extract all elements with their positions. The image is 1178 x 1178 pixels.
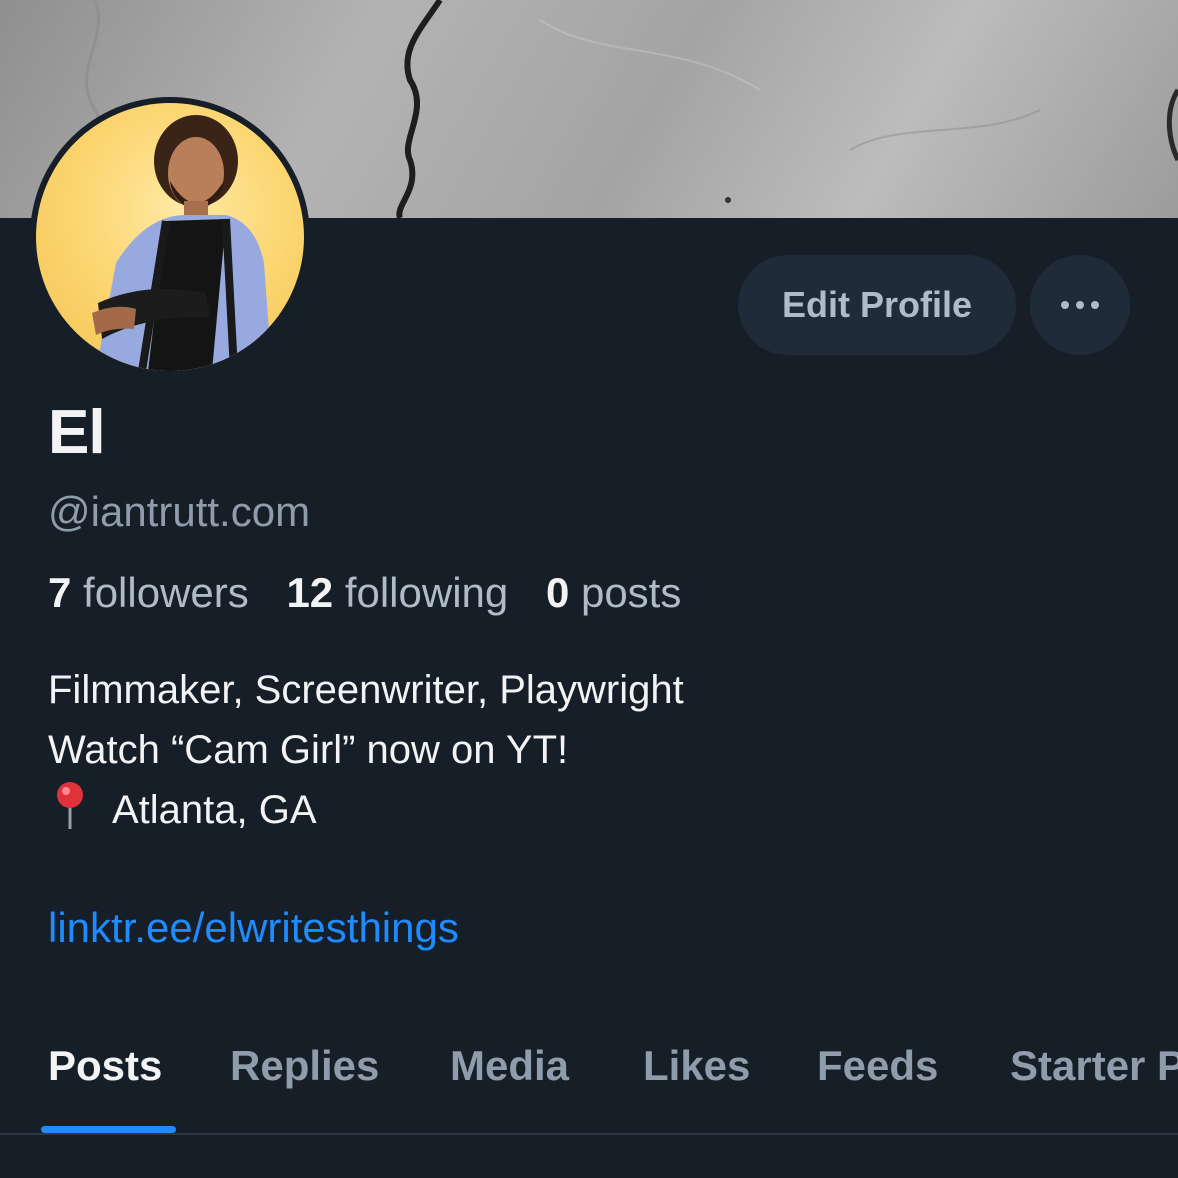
tab-likes[interactable]: Likes bbox=[643, 1030, 750, 1134]
posts-count: 0 posts bbox=[545, 569, 682, 616]
more-options-button[interactable] bbox=[1030, 255, 1130, 355]
more-horizontal-icon bbox=[1061, 301, 1099, 309]
tabs-divider bbox=[0, 1133, 1178, 1135]
profile-page: Edit Profile El @iantrutt.com 7 follower… bbox=[0, 0, 1178, 1178]
profile-website-link[interactable]: linktr.ee/elwritesthings bbox=[48, 900, 459, 956]
profile-tabs: Posts Replies Media Likes Feeds Starter … bbox=[0, 1030, 1178, 1134]
edit-profile-button[interactable]: Edit Profile bbox=[738, 255, 1016, 355]
profile-stats: 7 followers 12 following 0 posts bbox=[48, 567, 707, 619]
round-pushpin-icon bbox=[57, 782, 83, 829]
bio-line: Watch “Cam Girl” now on YT! bbox=[48, 728, 569, 772]
tab-feeds[interactable]: Feeds bbox=[817, 1030, 938, 1134]
tab-replies[interactable]: Replies bbox=[230, 1030, 379, 1134]
active-tab-indicator bbox=[41, 1126, 176, 1133]
tab-starter-packs[interactable]: Starter Packs bbox=[1010, 1030, 1178, 1134]
tab-posts[interactable]: Posts bbox=[48, 1030, 162, 1134]
bio-line: Filmmaker, Screenwriter, Playwright bbox=[48, 668, 684, 712]
tab-media[interactable]: Media bbox=[450, 1030, 569, 1134]
bio-location-line: Atlanta, GA bbox=[48, 780, 684, 840]
profile-bio: Filmmaker, Screenwriter, Playwright Watc… bbox=[48, 660, 684, 840]
bio-location-text: Atlanta, GA bbox=[112, 788, 317, 832]
profile-handle: @iantrutt.com bbox=[48, 488, 311, 535]
profile-avatar[interactable] bbox=[30, 97, 310, 377]
display-name: El bbox=[48, 398, 106, 467]
avatar-photo bbox=[36, 103, 304, 371]
following-count-link[interactable]: 12 following bbox=[286, 569, 508, 616]
followers-count-link[interactable]: 7 followers bbox=[48, 569, 249, 616]
